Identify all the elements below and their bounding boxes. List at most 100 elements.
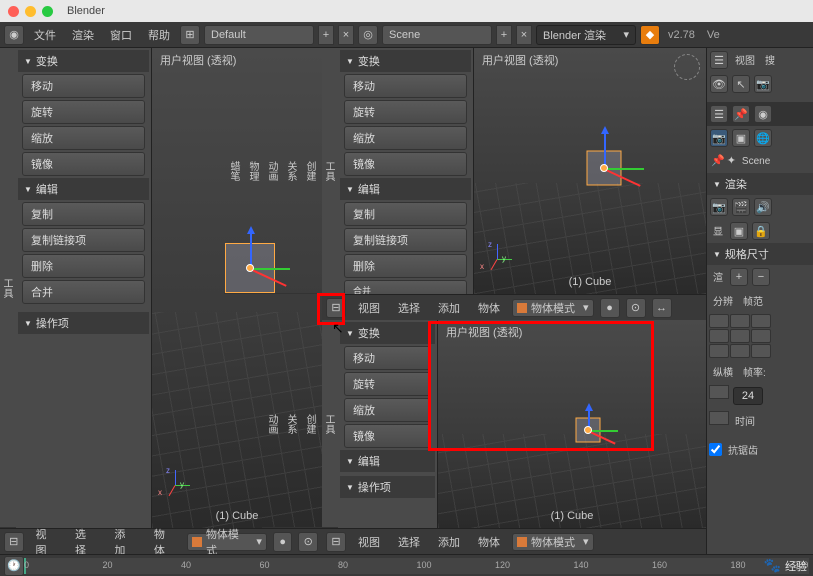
shading-icon[interactable]: ● [600, 298, 620, 318]
viewport-top-right[interactable]: 用户视图 (透视) z y x (1) Cube [474, 48, 706, 294]
scene-selector[interactable]: Scene [382, 25, 492, 45]
pin-icon[interactable]: 📌 [732, 105, 750, 123]
menu-render[interactable]: 渲染 [66, 25, 100, 45]
menu-window[interactable]: 窗口 [104, 25, 138, 45]
tab-create[interactable]: 创建 [300, 320, 319, 528]
duplink-button[interactable]: 复制链接项 [22, 228, 145, 252]
aspect-x-field[interactable] [709, 385, 729, 399]
render-anim-icon[interactable]: 🎬 [732, 198, 750, 216]
scale-button[interactable]: 缩放 [344, 126, 467, 150]
mirror-button[interactable]: 镜像 [344, 424, 431, 448]
pin-btn-icon[interactable]: 📌 [711, 154, 725, 169]
lock-icon[interactable]: 🔒 [752, 222, 770, 240]
camera-btn-icon[interactable]: 📷 [754, 75, 772, 93]
resolution-fields[interactable] [709, 314, 811, 358]
panel-transform[interactable]: 变换 [340, 50, 471, 72]
rotate-button[interactable]: 旋转 [22, 100, 145, 124]
tab-relations[interactable]: 关系 [281, 48, 300, 294]
mirror-button[interactable]: 镜像 [344, 152, 467, 176]
antialias-checkbox[interactable] [709, 440, 722, 459]
scene-add-button[interactable]: + [496, 25, 512, 45]
panel-transform[interactable]: 变换 [18, 50, 149, 72]
tab-animation[interactable]: 动画 [262, 48, 281, 294]
menu-add[interactable]: 添加 [432, 532, 466, 552]
menu-select[interactable]: 选择 [392, 298, 426, 318]
layout-add-button[interactable]: + [318, 25, 334, 45]
context-icon[interactable]: ◉ [754, 105, 772, 123]
aspect-y-field[interactable] [709, 411, 729, 425]
mode-selector[interactable]: 物体模式▾ [512, 299, 594, 317]
render-still-icon[interactable]: 📷 [710, 198, 728, 216]
menu-view[interactable]: 视图 [352, 298, 386, 318]
delete-button[interactable]: 删除 [22, 254, 145, 278]
tab-tools[interactable]: 工具 [319, 320, 338, 528]
axis-z-icon[interactable] [604, 128, 606, 168]
editor-type-icon[interactable]: ⊟ [4, 532, 24, 552]
move-button[interactable]: 移动 [22, 74, 145, 98]
dimensions-panel-header[interactable]: 规格尺寸 [707, 243, 813, 265]
menu-view[interactable]: 视图 [352, 532, 386, 552]
tab-relations[interactable]: 关系 [281, 320, 300, 528]
preset-add-icon[interactable]: + [730, 268, 748, 286]
axis-y-icon[interactable] [604, 168, 644, 170]
pivot-icon[interactable]: ⊙ [626, 298, 646, 318]
scale-button[interactable]: 缩放 [22, 126, 145, 150]
maximize-icon[interactable] [42, 6, 53, 17]
viewport-bottom-right[interactable]: 用户视图 (透视) (1) Cube [438, 320, 706, 528]
gizmo-center-icon[interactable] [584, 426, 592, 434]
join-button[interactable]: 合并 [344, 280, 467, 294]
menu-object[interactable]: 物体 [472, 298, 506, 318]
mirror-button[interactable]: 镜像 [22, 152, 145, 176]
cursor-icon[interactable]: ↖ [732, 75, 750, 93]
scene-icon[interactable]: ◎ [358, 25, 378, 45]
eye-icon[interactable]: 👁 [710, 75, 728, 93]
outliner-type-icon[interactable]: ☰ [710, 51, 728, 69]
menu-add[interactable]: 添加 [432, 298, 466, 318]
display-mode-icon[interactable]: ▣ [730, 222, 748, 240]
render-engine-selector[interactable]: Blender 渲染▾ [536, 25, 636, 45]
tab-physics[interactable]: 物理 [243, 48, 262, 294]
move-button[interactable]: 移动 [344, 346, 431, 370]
editor-type-icon[interactable]: ⊟ [326, 298, 346, 318]
layers-tab-icon[interactable]: ▣ [732, 129, 750, 147]
duplicate-button[interactable]: 复制 [22, 202, 145, 226]
scene-tab-icon[interactable]: 🌐 [754, 129, 772, 147]
render-panel-header[interactable]: 渲染 [707, 173, 813, 195]
tab-animation[interactable]: 动画 [262, 320, 281, 528]
manipulator-icon[interactable]: ↔ [652, 298, 672, 318]
layout-selector[interactable]: Default [204, 25, 314, 45]
panel-transform[interactable]: 变换 [340, 322, 435, 344]
gizmo-center-icon[interactable] [600, 164, 608, 172]
blender-icon[interactable]: ◉ [4, 25, 24, 45]
search-label[interactable]: 搜 [761, 50, 779, 70]
rotate-button[interactable]: 旋转 [344, 100, 467, 124]
menu-help[interactable]: 帮助 [142, 25, 176, 45]
props-type-icon[interactable]: ☰ [710, 105, 728, 123]
menu-select[interactable]: 选择 [392, 532, 426, 552]
scale-button[interactable]: 缩放 [344, 398, 431, 422]
minimize-icon[interactable] [25, 6, 36, 17]
mode-selector[interactable]: 物体模式▾ [512, 533, 594, 551]
screen-layout-icon[interactable]: ⊞ [180, 25, 200, 45]
layout-remove-button[interactable]: × [338, 25, 354, 45]
panel-edit[interactable]: 编辑 [340, 178, 471, 200]
shading-icon[interactable]: ● [273, 532, 293, 552]
view-label[interactable]: 视图 [731, 50, 759, 70]
join-button[interactable]: 合并 [22, 280, 145, 304]
panel-operator[interactable]: 操作项 [18, 312, 149, 334]
mode-selector[interactable]: 物体模式▾ [187, 533, 267, 551]
panel-operator[interactable]: 操作项 [340, 476, 435, 498]
panel-edit[interactable]: 编辑 [340, 450, 435, 472]
menu-file[interactable]: 文件 [28, 25, 62, 45]
pivot-icon[interactable]: ⊙ [298, 532, 318, 552]
menu-object[interactable]: 物体 [472, 532, 506, 552]
fps-field[interactable]: 24 [733, 387, 763, 405]
editor-type-icon[interactable]: ⊟ [326, 532, 346, 552]
render-audio-icon[interactable]: 🔊 [754, 198, 772, 216]
panel-edit[interactable]: 编辑 [18, 178, 149, 200]
manipulator-gizmo[interactable] [564, 128, 644, 208]
duplicate-button[interactable]: 复制 [344, 202, 467, 226]
scene-remove-button[interactable]: × [516, 25, 532, 45]
scene-name[interactable]: Scene [738, 154, 774, 169]
move-button[interactable]: 移动 [344, 74, 467, 98]
